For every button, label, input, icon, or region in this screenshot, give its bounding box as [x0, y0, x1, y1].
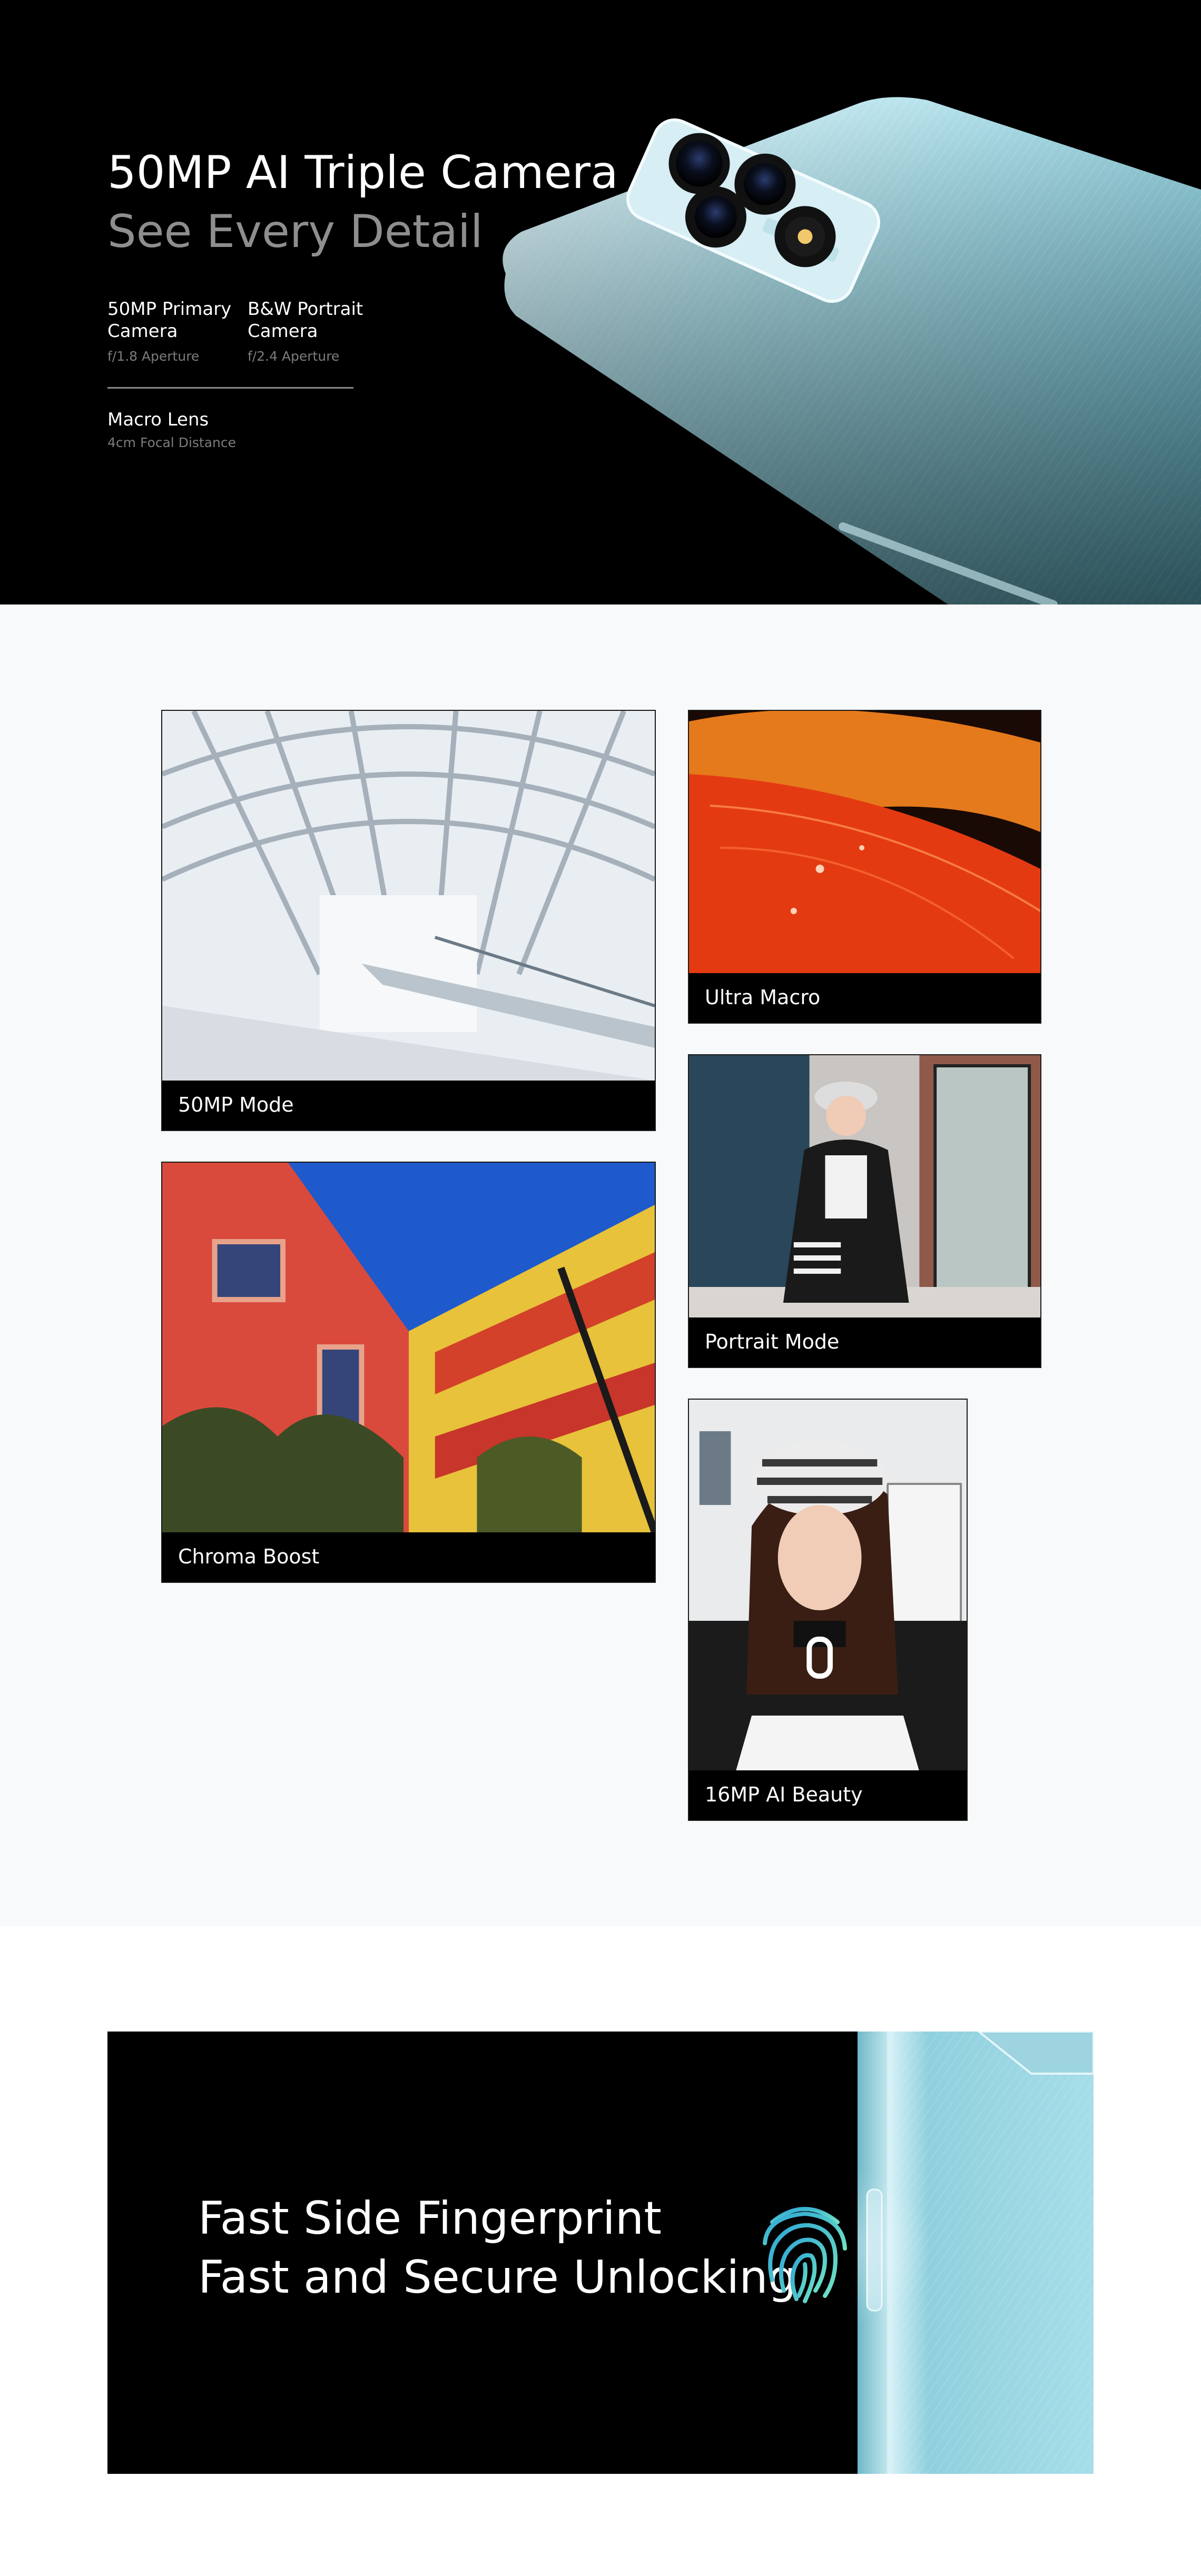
- spec-divider: [107, 387, 353, 389]
- gallery-card-ai-beauty[interactable]: 16MP AI Beauty: [688, 1399, 968, 1821]
- gallery-card-portrait[interactable]: Portrait Mode: [688, 1054, 1041, 1368]
- gallery-card-50mp[interactable]: 50MP Mode: [161, 710, 656, 1131]
- spec-portrait-detail: f/2.4 Aperture: [248, 349, 340, 364]
- caption-portrait: Portrait Mode: [705, 1330, 840, 1353]
- fingerprint-banner: Fast Side Fingerprint Fast and Secure Un…: [107, 2032, 1094, 2474]
- hero-title: 50MP AI Triple Camera: [107, 146, 618, 199]
- spec-primary-name: 50MP Primary Camera: [107, 299, 232, 342]
- spec-primary-detail: f/1.8 Aperture: [107, 349, 200, 364]
- spec-primary: 50MP Primary Camera f/1.8 Aperture: [107, 298, 255, 364]
- phone-side-render: [858, 2032, 1094, 2474]
- photo-buildings: [162, 1163, 655, 1532]
- spec-portrait-name: B&W Portrait Camera: [248, 299, 363, 342]
- photo-portrait: [689, 1055, 1040, 1317]
- fingerprint-icon: [763, 2207, 847, 2303]
- spec-macro-detail: 4cm Focal Distance: [107, 435, 237, 450]
- hero-section: 50MP AI Triple Camera See Every Detail 5…: [0, 0, 1201, 605]
- spec-macro-name: Macro Lens: [107, 409, 209, 430]
- spec-macro: Macro Lens 4cm Focal Distance: [107, 409, 255, 451]
- caption-chroma: Chroma Boost: [178, 1545, 320, 1568]
- gallery-card-chroma[interactable]: Chroma Boost: [161, 1162, 656, 1583]
- photo-selfie: [689, 1400, 967, 1770]
- spec-portrait: B&W Portrait Camera f/2.4 Aperture: [248, 298, 395, 364]
- caption-50mp: 50MP Mode: [178, 1093, 294, 1116]
- fingerprint-subheadline: Fast and Secure Unlocking: [198, 2251, 797, 2304]
- hero-subtitle: See Every Detail: [107, 205, 483, 258]
- fingerprint-headline: Fast Side Fingerprint: [198, 2192, 662, 2245]
- caption-ai-beauty: 16MP AI Beauty: [705, 1783, 863, 1806]
- gallery-card-ultra-macro[interactable]: Ultra Macro: [688, 710, 1041, 1024]
- photo-feather-macro: [689, 711, 1040, 973]
- caption-ultra-macro: Ultra Macro: [705, 986, 821, 1009]
- photo-architecture: [162, 711, 655, 1081]
- sample-gallery: 50MP Mode Ultra Macro Portrait Mode Chro…: [0, 605, 1201, 1926]
